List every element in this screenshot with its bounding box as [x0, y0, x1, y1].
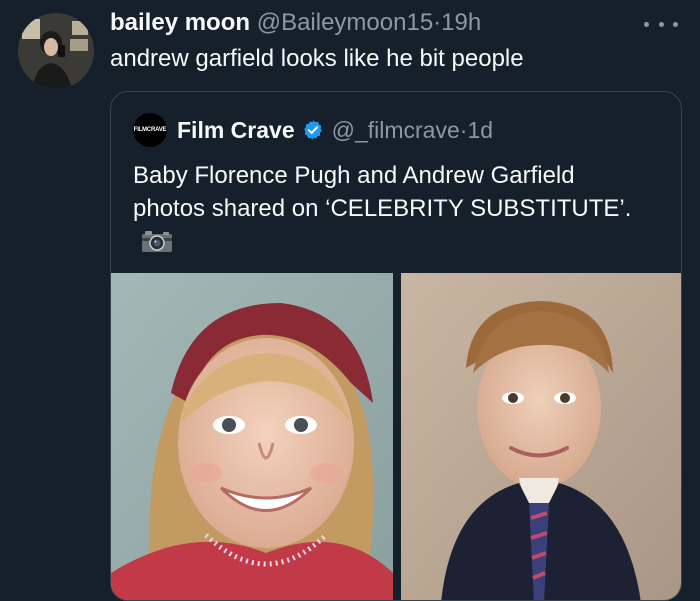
- user-handle[interactable]: @Baileymoon15: [257, 9, 433, 36]
- quoted-display-name[interactable]: Film Crave: [177, 117, 295, 144]
- display-name[interactable]: bailey moon: [110, 9, 250, 36]
- quoted-text-content: Baby Florence Pugh and Andrew Garfield p…: [133, 162, 632, 222]
- more-horizontal-icon: [673, 21, 678, 27]
- quoted-tweet-header: FILMCRAVE Film Crave @_filmcrave · 1d: [133, 113, 493, 147]
- separator-dot: ·: [459, 116, 468, 143]
- quoted-avatar[interactable]: FILMCRAVE: [133, 113, 167, 147]
- tweet-text: andrew garfield looks like he bit people: [110, 45, 524, 72]
- tweet[interactable]: bailey moon @Baileymoon15·19h andrew gar…: [0, 0, 700, 601]
- photo-right[interactable]: [401, 273, 681, 600]
- avatar-photo: [18, 13, 94, 89]
- quoted-user-handle[interactable]: @_filmcrave: [332, 117, 460, 144]
- photo-boy: [401, 273, 681, 600]
- quoted-timestamp[interactable]: 1d: [467, 117, 493, 144]
- quoted-tweet-text: Baby Florence Pugh and Andrew Garfield p…: [133, 159, 653, 258]
- verified-badge-icon: [303, 120, 322, 140]
- tweet-header: bailey moon @Baileymoon15·19h: [110, 8, 481, 38]
- separator-dot: ·: [433, 9, 442, 36]
- more-options-button[interactable]: [644, 12, 678, 36]
- media-grid: [111, 273, 681, 600]
- quoted-tweet[interactable]: FILMCRAVE Film Crave @_filmcrave · 1d Baby…: [110, 91, 682, 601]
- more-horizontal-icon: [658, 21, 664, 27]
- more-horizontal-icon: [644, 21, 649, 27]
- avatar[interactable]: [18, 13, 94, 89]
- photo-left[interactable]: [111, 273, 393, 600]
- camera-emoji-icon: [142, 231, 172, 252]
- timestamp[interactable]: 19h: [441, 9, 481, 36]
- photo-girl: [111, 273, 393, 600]
